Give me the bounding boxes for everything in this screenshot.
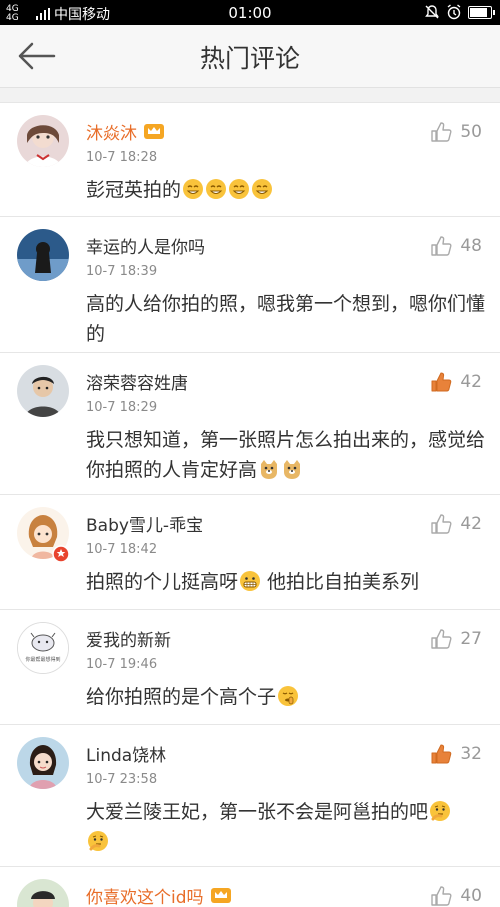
like-button[interactable]: 42 (430, 371, 482, 393)
comment-item[interactable]: Baby雪儿-乖宝 10-7 18:42 拍照的个儿挺高呀 他拍比自拍美系列 4… (0, 495, 500, 610)
avatar[interactable]: 你最帮最想得到 (17, 622, 69, 674)
comment-item[interactable]: Linda饶林 10-7 23:58 大爱兰陵王妃，第一张不会是阿邕拍的吧 32 (0, 725, 500, 867)
comment-author-name[interactable]: Linda饶林 (86, 741, 166, 766)
comment-item[interactable]: 你喜欢这个id吗 40 (0, 867, 500, 907)
mute-bell-icon (425, 5, 439, 19)
avatar[interactable] (17, 879, 69, 907)
comment-list: 沐焱沐 10-7 18:28 彭冠英拍的 50 幸运的人是你吗 10-7 18:… (0, 102, 500, 907)
comment-author-name: 你喜欢这个id吗 (86, 888, 204, 907)
comment-text-body: 给你拍照的是个高个子 (86, 686, 277, 708)
grinning-face-icon (252, 179, 273, 199)
grinning-face-icon (229, 179, 250, 199)
avatar[interactable] (17, 365, 69, 417)
like-button[interactable]: 48 (430, 235, 482, 257)
vip-crown-icon (144, 124, 164, 139)
comment-text-body: 大爱兰陵王妃，第一张不会是阿邕拍的吧 (86, 801, 429, 823)
comment-text: 高的人给你拍的照，嗯我第一个想到，嗯你们懂的 (86, 293, 486, 345)
comment-author-name[interactable]: 爱我的新新 (86, 626, 171, 651)
comment-text-part2: 他拍比自拍美系列 (261, 571, 420, 593)
comment-time: 10-7 18:29 (86, 400, 158, 415)
comment-text: 大爱兰陵王妃，第一张不会是阿邕拍的吧 (86, 797, 466, 857)
thumbs-up-icon (431, 629, 452, 649)
thumbs-up-icon (431, 886, 452, 906)
like-count: 42 (460, 372, 482, 392)
comment-text: 拍照的个儿挺高呀 他拍比自拍美系列 (86, 567, 486, 597)
comment-item[interactable]: 你最帮最想得到 爱我的新新 10-7 19:46 给你拍照的是个高个子 27 (0, 610, 500, 725)
page-title: 热门评论 (199, 44, 300, 73)
thumbs-up-icon (431, 122, 452, 142)
comment-time: 10-7 18:42 (86, 542, 158, 557)
like-button[interactable]: 42 (430, 513, 482, 535)
avatar[interactable] (17, 115, 69, 167)
comment-author-name[interactable]: Baby雪儿-乖宝 (86, 511, 203, 536)
battery-icon (468, 5, 495, 19)
like-count: 40 (460, 886, 482, 906)
comment-author-name[interactable]: 幸运的人是你吗 (86, 233, 205, 258)
like-count: 32 (460, 744, 482, 764)
thinking-face-icon (88, 831, 108, 851)
like-count: 27 (460, 629, 482, 649)
like-button[interactable]: 27 (430, 628, 482, 650)
comment-author[interactable]: 沐焱沐 (86, 119, 165, 144)
comment-author-name: 沐焱沐 (86, 124, 137, 144)
shushing-face-icon (278, 686, 299, 706)
comment-item[interactable]: 溶荣蓉容姓唐 10-7 18:29 我只想知道，第一张照片怎么拍出来的，感觉给你… (0, 353, 500, 495)
navigation-bar: 热门评论 (0, 25, 500, 88)
comment-text-body: 彭冠英拍的 (86, 179, 182, 201)
comment-author[interactable]: 你喜欢这个id吗 (86, 883, 232, 907)
avatar[interactable] (17, 737, 69, 789)
comment-time: 10-7 19:46 (86, 657, 158, 672)
comment-text: 给你拍照的是个高个子 (86, 682, 486, 712)
comment-time: 10-7 18:28 (86, 150, 158, 165)
vip-crown-icon (210, 888, 231, 903)
comment-author-name[interactable]: 溶荣蓉容姓唐 (86, 369, 188, 394)
comment-time: 10-7 23:58 (86, 772, 158, 787)
like-button[interactable]: 50 (430, 121, 482, 143)
verified-badge-icon (52, 545, 70, 563)
comment-time: 10-7 18:39 (86, 264, 158, 279)
thinking-face-icon (430, 801, 451, 821)
comment-text: 彭冠英拍的 (86, 175, 486, 205)
thumbs-up-icon (431, 236, 452, 256)
comment-text: 我只想知道，第一张照片怎么拍出来的，感觉给你拍照的人肯定好高 (86, 425, 486, 485)
comment-item[interactable]: 沐焱沐 10-7 18:28 彭冠英拍的 50 (0, 103, 500, 217)
grimacing-face-icon (240, 571, 261, 591)
alarm-icon (447, 4, 461, 20)
status-bar: 4G 4G 中国移动 01:00 (0, 0, 500, 25)
thumbs-up-icon (431, 514, 452, 534)
doge-face-icon (284, 460, 301, 479)
like-button[interactable]: 40 (430, 885, 482, 907)
avatar[interactable] (17, 229, 69, 281)
avatar-caption: 你最帮最想得到 (25, 656, 60, 663)
like-count: 42 (460, 514, 482, 534)
thumbs-up-filled-icon (431, 744, 452, 764)
thumbs-up-filled-icon (431, 372, 452, 392)
like-count: 48 (460, 236, 482, 256)
grinning-face-icon (183, 179, 204, 199)
grinning-face-icon (206, 179, 227, 199)
comment-text-part1: 拍照的个儿挺高呀 (86, 571, 239, 593)
like-count: 50 (460, 122, 482, 142)
like-button[interactable]: 32 (430, 743, 482, 765)
comment-item[interactable]: 幸运的人是你吗 10-7 18:39 高的人给你拍的照，嗯我第一个想到，嗯你们懂… (0, 217, 500, 353)
doge-face-icon (261, 460, 278, 479)
